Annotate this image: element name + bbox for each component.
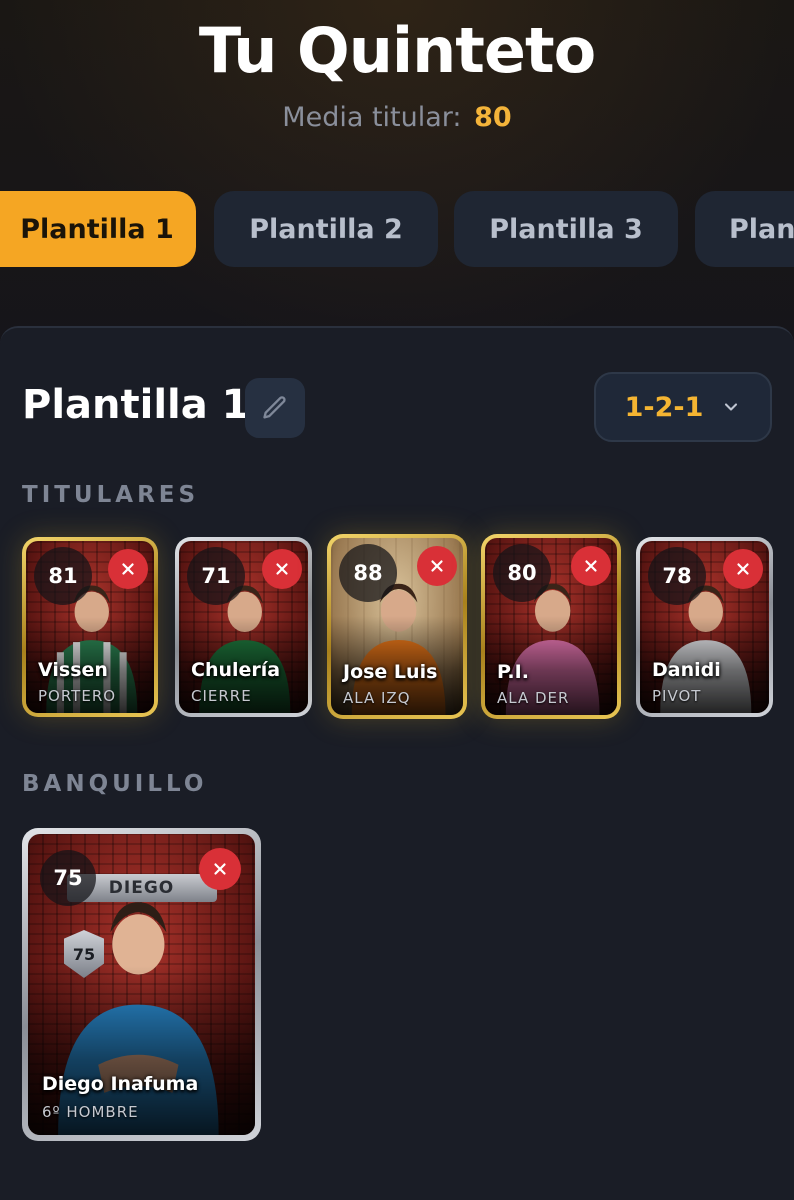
card-artwork: 81 Vissen PORTERO <box>26 541 154 713</box>
player-name: Jose Luis <box>343 661 438 683</box>
average-label: Media titular: <box>282 102 462 133</box>
tab-plantilla-3[interactable]: Plantilla 3 <box>454 191 678 267</box>
starter-card[interactable]: 88 Jose Luis ALA IZQ <box>327 534 467 719</box>
remove-player-button[interactable] <box>723 549 763 589</box>
player-rating: 81 <box>34 547 92 605</box>
card-artwork: 88 Jose Luis ALA IZQ <box>331 538 463 715</box>
remove-player-button[interactable] <box>199 848 241 890</box>
card-artwork: DIEGO 75 75 Diego Inafuma 6º HOMBRE <box>28 834 255 1135</box>
page-title: Tu Quinteto <box>198 14 596 87</box>
chevron-down-icon <box>725 403 738 411</box>
bench-section-label: BANQUILLO <box>22 771 208 797</box>
player-position: 6º HOMBRE <box>42 1103 139 1121</box>
close-icon <box>214 863 226 875</box>
player-name: Vissen <box>38 659 108 681</box>
remove-player-button[interactable] <box>571 546 611 586</box>
tab-plantilla-4[interactable]: Plan <box>695 191 794 267</box>
starter-card[interactable]: 71 Chulería CIERRE <box>175 537 312 717</box>
starters-section-label: TITULARES <box>22 482 200 508</box>
formation-value: 1-2-1 <box>624 391 704 423</box>
close-icon <box>122 563 134 575</box>
remove-player-button[interactable] <box>417 546 457 586</box>
formation-select[interactable]: 1-2-1 <box>594 372 772 442</box>
tab-plantilla-2[interactable]: Plantilla 2 <box>214 191 438 267</box>
player-rating: 75 <box>40 850 96 906</box>
card-artwork: 78 Danidi PIVOT <box>640 541 769 713</box>
starter-card[interactable]: 81 Vissen PORTERO <box>22 537 158 717</box>
card-artwork: 80 P.I. ALA DER <box>485 538 617 715</box>
player-position: ALA DER <box>497 689 570 707</box>
player-name: Danidi <box>652 659 721 681</box>
edit-squad-name-button[interactable] <box>245 378 305 438</box>
remove-player-button[interactable] <box>108 549 148 589</box>
player-name: Chulería <box>191 659 281 681</box>
average-value: 80 <box>474 102 512 133</box>
player-position: ALA IZQ <box>343 689 411 707</box>
bench-card[interactable]: DIEGO 75 75 Diego Inafuma 6º HOMBRE <box>22 828 261 1141</box>
close-icon <box>585 560 597 572</box>
close-icon <box>431 560 443 572</box>
player-position: PIVOT <box>652 687 702 705</box>
tab-plantilla-1[interactable]: Plantilla 1 <box>0 191 196 267</box>
squad-tabs: Plantilla 1 Plantilla 2 Plantilla 3 Plan <box>0 191 794 267</box>
player-name: P.I. <box>497 661 529 683</box>
pencil-icon <box>263 396 286 419</box>
card-artwork: 71 Chulería CIERRE <box>179 541 308 713</box>
close-icon <box>276 563 288 575</box>
player-name: Diego Inafuma <box>42 1073 199 1095</box>
close-icon <box>737 563 749 575</box>
starter-card[interactable]: 78 Danidi PIVOT <box>636 537 773 717</box>
player-position: PORTERO <box>38 687 117 705</box>
starter-card[interactable]: 80 P.I. ALA DER <box>481 534 621 719</box>
squad-name: Plantilla 1 <box>22 382 250 428</box>
starter-average: Media titular: 80 <box>0 102 794 133</box>
player-rating: 71 <box>187 547 245 605</box>
player-rating: 80 <box>493 544 551 602</box>
player-position: CIERRE <box>191 687 252 705</box>
remove-player-button[interactable] <box>262 549 302 589</box>
player-rating: 88 <box>339 544 397 602</box>
player-rating: 78 <box>648 547 706 605</box>
